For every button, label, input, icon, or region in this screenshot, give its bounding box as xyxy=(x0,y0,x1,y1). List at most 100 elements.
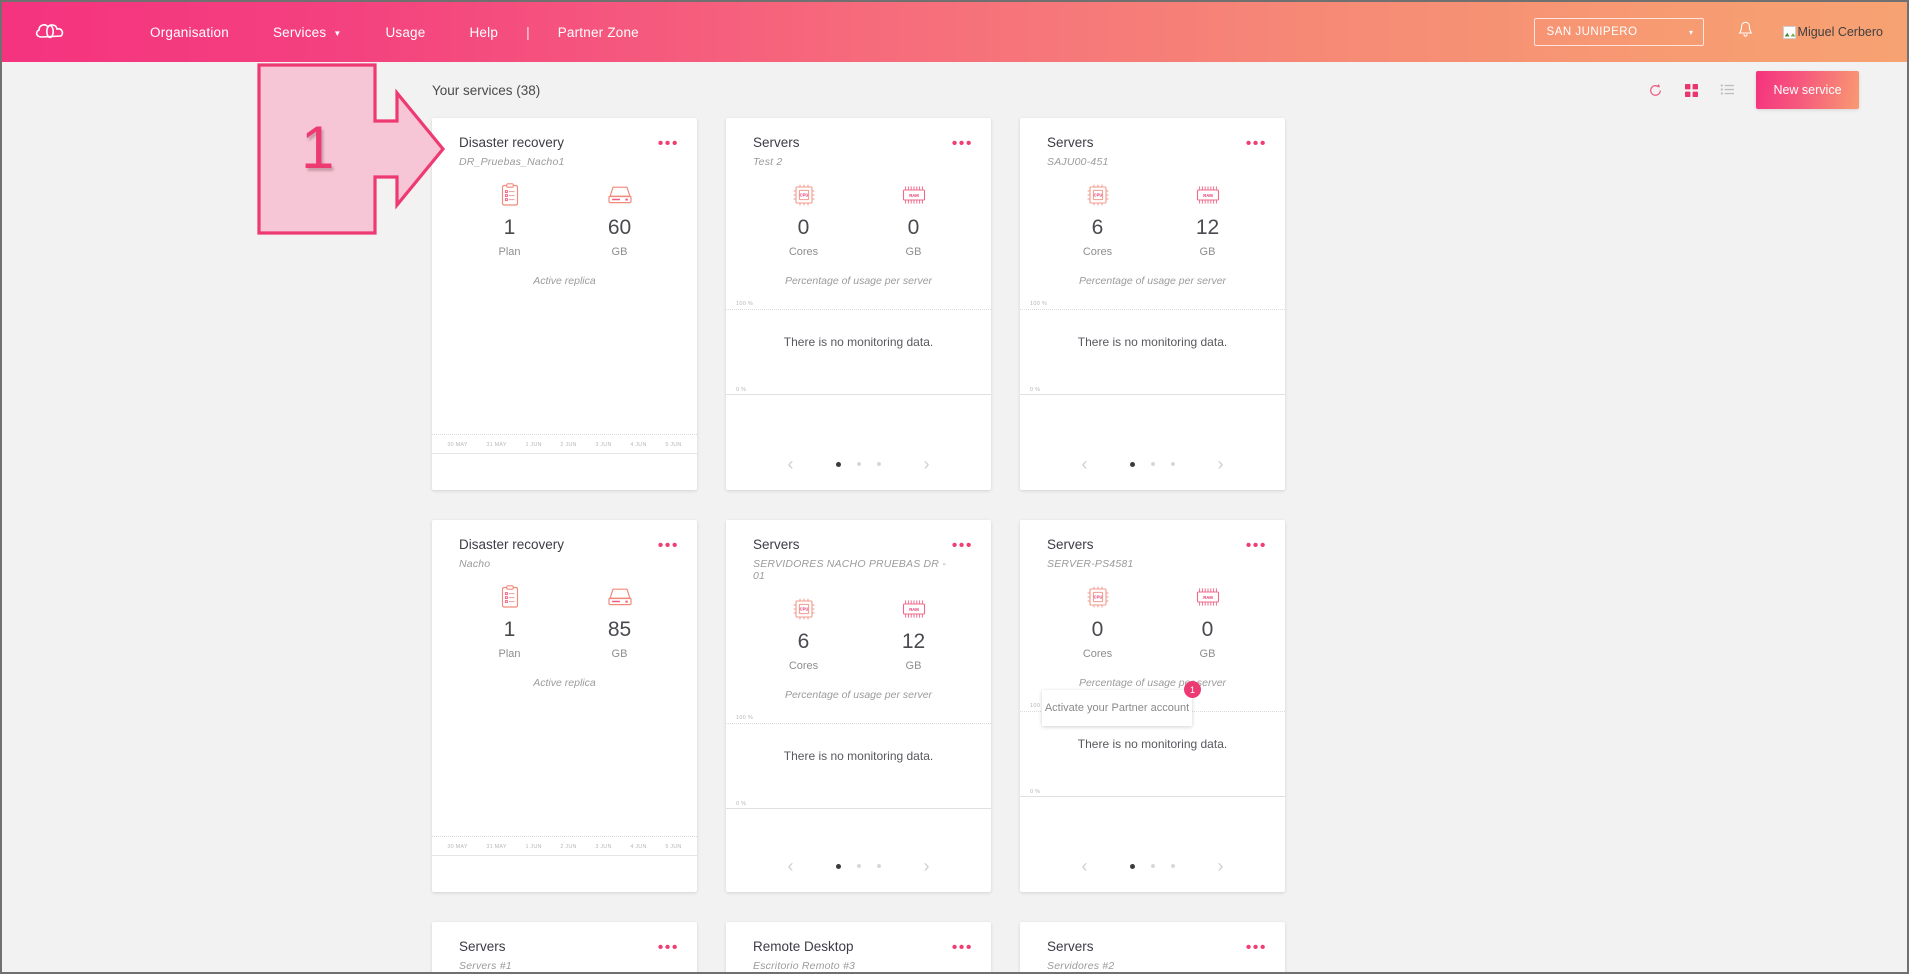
card-metrics: CPU 0 Cores RAM 0 GB xyxy=(726,182,991,258)
pagination-dot[interactable] xyxy=(1130,863,1135,869)
pagination-next-icon[interactable]: › xyxy=(1199,856,1243,877)
chart-date-tick: 31 MAY xyxy=(486,442,507,448)
nav-item-organisation[interactable]: Organisation xyxy=(128,19,251,46)
card-menu-icon[interactable]: ••• xyxy=(952,134,973,152)
card-menu-icon[interactable]: ••• xyxy=(1246,938,1267,956)
card-menu-icon[interactable]: ••• xyxy=(952,536,973,554)
metric-gb: RAM 12 GB xyxy=(1173,182,1243,258)
service-card[interactable]: Servers Test 2 ••• CPU 0 Cores RAM 0 GB … xyxy=(726,118,991,490)
card-caption: Active replica xyxy=(533,676,596,689)
services-toolbar: Your services (38) New service xyxy=(2,62,1907,118)
pagination-dots xyxy=(1107,461,1199,467)
card-pagination: ‹ › xyxy=(726,840,991,892)
pagination-dot[interactable] xyxy=(877,864,881,868)
service-card[interactable]: Disaster recovery Nacho ••• 1 Plan 85 GB… xyxy=(432,520,697,892)
pagination-dot[interactable] xyxy=(857,462,861,466)
service-card[interactable]: Remote Desktop Escritorio Remoto #3 ••• xyxy=(726,922,991,972)
service-card[interactable]: Disaster recovery DR_Pruebas_Nacho1 ••• … xyxy=(432,118,697,490)
pagination-dots xyxy=(813,863,905,869)
pagination-next-icon[interactable]: › xyxy=(905,454,949,475)
pagination-dot[interactable] xyxy=(1151,462,1155,466)
card-title: Servers xyxy=(753,135,800,150)
service-card[interactable]: Servers Servidores #2 ••• xyxy=(1020,922,1285,972)
organisation-selector[interactable]: SAN JUNIPERO ▾ xyxy=(1533,18,1704,46)
pagination-dot[interactable] xyxy=(1151,864,1155,868)
card-menu-icon[interactable]: ••• xyxy=(658,536,679,554)
metric-value: 0 xyxy=(797,215,810,239)
chart-date-tick: 30 MAY xyxy=(447,442,468,448)
chart-baseline xyxy=(1020,795,1285,797)
annotation-number: 1 xyxy=(301,114,335,181)
card-menu-icon[interactable]: ••• xyxy=(952,938,973,956)
nav-item-services[interactable]: Services ▼ xyxy=(251,19,364,46)
metric-gb: 85 GB xyxy=(585,584,655,660)
pagination-dot[interactable] xyxy=(836,863,841,869)
disk-icon xyxy=(585,182,655,208)
card-caption: Percentage of usage per server xyxy=(1078,274,1227,287)
new-service-button[interactable]: New service xyxy=(1756,71,1859,109)
card-menu-icon[interactable]: ••• xyxy=(1246,536,1267,554)
chart-date-axis: 30 MAY 31 MAY 1 JUN 2 JUN 3 JUN 4 JUN 5 JUN xyxy=(432,844,697,850)
usage-chart: 100 % There is no monitoring data. 0 % xyxy=(726,715,991,809)
chevron-down-icon: ▾ xyxy=(1689,27,1694,37)
bell-icon[interactable] xyxy=(1738,21,1753,43)
partner-account-toast-label: Activate your Partner account xyxy=(1044,702,1190,714)
pagination-dot[interactable] xyxy=(877,462,881,466)
pagination-next-icon[interactable]: › xyxy=(1199,454,1243,475)
card-header: Servers Servers #1 ••• xyxy=(432,922,697,972)
list-view-icon[interactable] xyxy=(1716,79,1738,101)
metric-label: Cores xyxy=(1082,647,1113,660)
grid-view-icon[interactable] xyxy=(1680,79,1702,101)
refresh-icon[interactable] xyxy=(1644,79,1666,101)
partner-account-toast[interactable]: Activate your Partner account 1 xyxy=(1042,681,1201,726)
card-title-block: Servers SERVER-PS4581 xyxy=(1047,536,1133,570)
pagination-prev-icon[interactable]: ‹ xyxy=(769,856,813,877)
chart-axis-min-label: 0 % xyxy=(736,800,747,807)
metric-value: 60 xyxy=(607,215,632,239)
service-card[interactable]: Servers SERVIDORES NACHO PRUEBAS DR - 01… xyxy=(726,520,991,892)
nav-item-usage[interactable]: Usage xyxy=(363,19,447,46)
service-card[interactable]: Servers SAJU00-451 ••• CPU 6 Cores RAM 1… xyxy=(1020,118,1285,490)
pagination-prev-icon[interactable]: ‹ xyxy=(1063,454,1107,475)
card-header: Servers Test 2 ••• xyxy=(726,118,991,168)
card-pagination: ‹ › xyxy=(726,438,991,490)
pagination-dot[interactable] xyxy=(836,461,841,467)
card-subtitle: Test 2 xyxy=(753,155,783,168)
pagination-dot[interactable] xyxy=(1130,461,1135,467)
nav-item-partner-zone[interactable]: Partner Zone xyxy=(536,19,661,46)
nav-label: Usage xyxy=(385,24,426,40)
ram-icon: RAM xyxy=(1173,584,1243,610)
metric-value: 0 xyxy=(1091,617,1104,641)
card-title: Servers xyxy=(1047,537,1094,552)
card-title: Servers xyxy=(753,537,800,552)
nav-item-help[interactable]: Help xyxy=(447,19,520,46)
chart-baseline xyxy=(1020,393,1285,395)
pagination-dot[interactable] xyxy=(1171,864,1175,868)
pagination-next-icon[interactable]: › xyxy=(905,856,949,877)
card-menu-icon[interactable]: ••• xyxy=(658,938,679,956)
user-menu[interactable]: Miguel Cerbero xyxy=(1782,25,1883,39)
service-card[interactable]: Servers Servers #1 ••• xyxy=(432,922,697,972)
metric-label: Cores xyxy=(788,245,819,258)
status-badge: 1 xyxy=(1184,681,1201,698)
top-header: Organisation Services ▼ Usage Help | Part… xyxy=(2,2,1907,62)
chart-baseline xyxy=(432,855,697,856)
pagination-dot[interactable] xyxy=(1171,462,1175,466)
metric-gb: RAM 0 GB xyxy=(1173,584,1243,660)
ram-icon: RAM xyxy=(879,596,949,622)
pagination-prev-icon[interactable]: ‹ xyxy=(769,454,813,475)
organisation-selector-value: SAN JUNIPERO xyxy=(1546,26,1638,38)
cloud-logo-icon[interactable] xyxy=(30,17,76,47)
chart-date-tick: 4 JUN xyxy=(630,442,647,448)
card-menu-icon[interactable]: ••• xyxy=(1246,134,1267,152)
pagination-dots xyxy=(1107,863,1199,869)
no-monitoring-data-message: There is no monitoring data. xyxy=(1077,736,1228,751)
pagination-prev-icon[interactable]: ‹ xyxy=(1063,856,1107,877)
card-menu-icon[interactable]: ••• xyxy=(658,134,679,152)
card-subtitle: SERVIDORES NACHO PRUEBAS DR - 01 xyxy=(753,557,946,582)
card-pagination: ‹ › xyxy=(1020,840,1285,892)
metric-value: 0 xyxy=(1201,617,1214,641)
pagination-dot[interactable] xyxy=(857,864,861,868)
card-title-block: Disaster recovery DR_Pruebas_Nacho1 xyxy=(459,134,565,168)
metric-value: 6 xyxy=(1091,215,1104,239)
